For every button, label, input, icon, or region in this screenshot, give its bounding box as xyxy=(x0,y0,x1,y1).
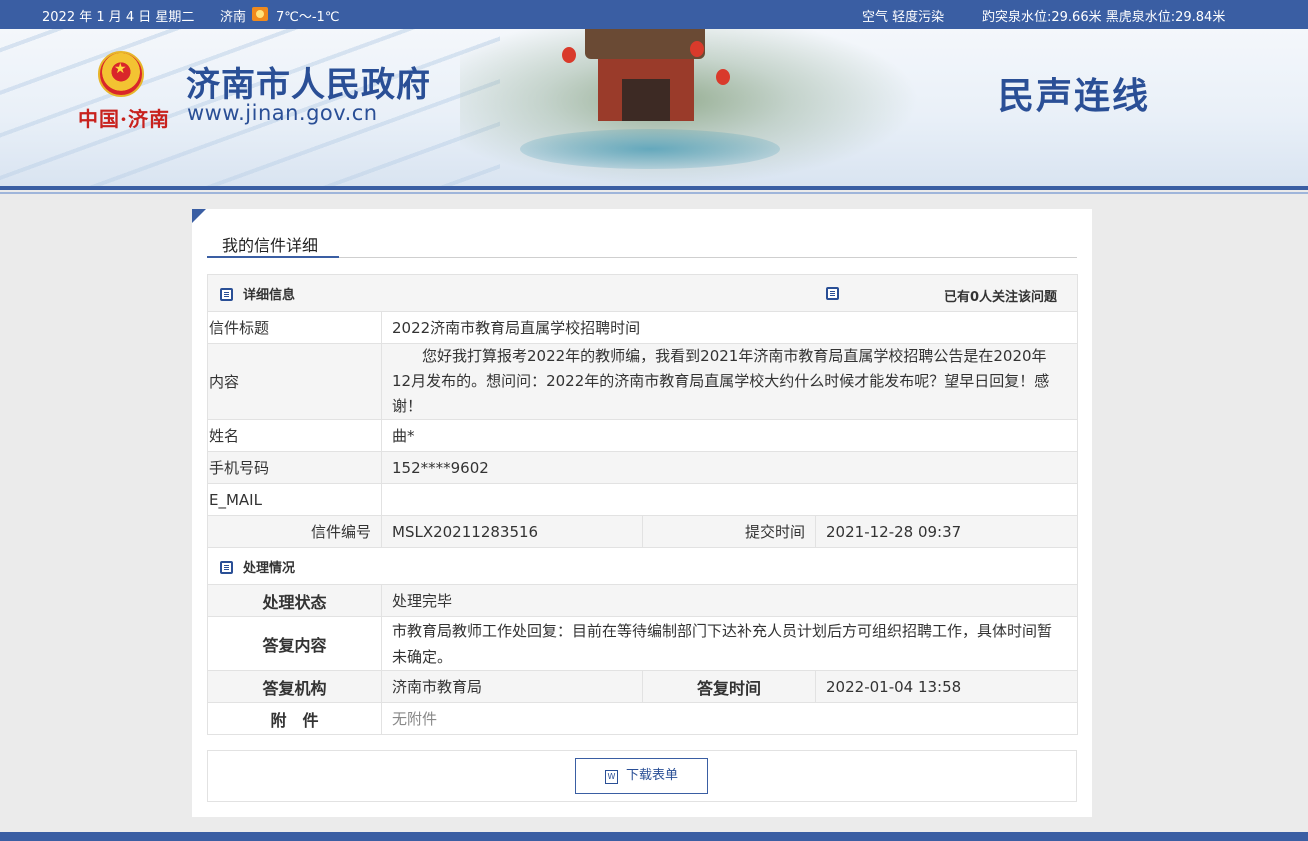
lantern-icon xyxy=(562,47,576,63)
temperature-text: 7℃～-1℃ xyxy=(276,10,340,25)
org-label: 答复机构 xyxy=(207,670,382,703)
download-area: W 下载表单 xyxy=(207,750,1077,802)
tab-active-indicator xyxy=(207,256,339,258)
name-label: 姓名 xyxy=(207,419,382,452)
tab-letter-detail[interactable]: 我的信件详细 xyxy=(222,232,318,256)
document-icon xyxy=(220,287,233,301)
lantern-icon xyxy=(716,69,730,85)
letter-no-label: 信件编号 xyxy=(207,515,382,548)
download-form-button[interactable]: W 下载表单 xyxy=(575,758,708,794)
sun-icon xyxy=(252,7,268,21)
lantern-icon xyxy=(690,41,704,57)
email-label: E_MAIL xyxy=(207,483,382,516)
download-form-label: 下载表单 xyxy=(625,768,678,783)
corner-decoration xyxy=(192,209,206,223)
table-row: 内容 您好我打算报考2022年的教师编，我看到2021年济南市教育局直属学校招聘… xyxy=(207,343,1079,420)
reply-value: 市教育局教师工作处回复：目前在等待编制部门下达补充人员计划后方可组织招聘工作，具… xyxy=(380,616,1079,671)
detail-section-cell: 详细信息 xyxy=(206,274,643,312)
content-label: 内容 xyxy=(207,343,382,420)
table-row: 手机号码 152****9602 xyxy=(207,451,1079,484)
pavilion-roof xyxy=(585,29,705,59)
detail-section-label: 详细信息 xyxy=(243,287,296,303)
table-row: E_MAIL xyxy=(207,483,1079,516)
table-row: 信件编号 MSLX20211283516 提交时间 2021-12-28 09:… xyxy=(207,515,1079,548)
footer-bar xyxy=(0,832,1308,841)
table-row: 信件标题 2022济南市教育局直属学校招聘时间 xyxy=(207,311,1079,344)
processing-section-label: 处理情况 xyxy=(243,560,296,576)
spring-levels-text: 趵突泉水位:29.66米 黑虎泉水位:29.84米 xyxy=(982,10,1226,25)
site-title[interactable]: 济南市人民政府 xyxy=(186,57,431,106)
title-label: 信件标题 xyxy=(207,311,382,344)
reply-time-value: 2022-01-04 13:58 xyxy=(815,670,1079,703)
followers-text: 已有0人关注该问题 xyxy=(943,290,1058,305)
header-divider-thin xyxy=(0,192,1308,194)
table-row: 答复内容 市教育局教师工作处回复：目前在等待编制部门下达补充人员计划后方可组织招… xyxy=(207,616,1079,671)
document-icon xyxy=(220,560,233,574)
attachment-value: 无附件 xyxy=(380,702,1079,735)
phone-value: 152****9602 xyxy=(380,451,1079,484)
table-row: 答复机构 济南市教育局 答复时间 2022-01-04 13:58 xyxy=(207,670,1079,703)
table-row: 附 件 无附件 xyxy=(207,702,1079,735)
processing-section-header: 处理情况 xyxy=(206,547,1079,585)
submit-time-label: 提交时间 xyxy=(642,515,817,548)
letter-no-value: MSLX20211283516 xyxy=(380,515,644,548)
status-label: 处理状态 xyxy=(207,584,382,617)
reply-time-label: 答复时间 xyxy=(642,670,817,703)
submit-time-value: 2021-12-28 09:37 xyxy=(815,515,1079,548)
detail-section-header: 详细信息 已有0人关注该问题 xyxy=(206,274,1079,312)
star-icon: ★ xyxy=(114,61,127,77)
org-value: 济南市教育局 xyxy=(380,670,644,703)
title-value: 2022济南市教育局直属学校招聘时间 xyxy=(380,311,1079,344)
content-value: 您好我打算报考2022年的教师编，我看到2021年济南市教育局直属学校招聘公告是… xyxy=(380,343,1079,420)
top-info-bar: 2022 年 1 月 4 日 星期二 济南 7℃～-1℃ 空气 轻度污染 趵突泉… xyxy=(0,0,1308,29)
reply-label: 答复内容 xyxy=(207,616,382,671)
city-brand-seal: 中国·济南 xyxy=(78,107,170,131)
air-quality-text: 空气 轻度污染 xyxy=(862,10,945,25)
name-value: 曲* xyxy=(380,419,1079,452)
status-value: 处理完毕 xyxy=(380,584,1079,617)
email-value xyxy=(380,483,1079,516)
followers-cell: 已有0人关注该问题 xyxy=(642,274,1079,312)
processing-section-cell: 处理情况 xyxy=(206,547,1079,585)
table-row: 姓名 曲* xyxy=(207,419,1079,452)
table-row: 处理状态 处理完毕 xyxy=(207,584,1079,617)
document-icon xyxy=(825,287,839,300)
section-title: 民声连线 xyxy=(998,75,1151,117)
attachment-label: 附 件 xyxy=(207,702,382,735)
date-text: 2022 年 1 月 4 日 星期二 xyxy=(42,10,195,25)
phone-label: 手机号码 xyxy=(207,451,382,484)
city-text: 济南 xyxy=(220,10,247,25)
pavilion-door xyxy=(622,79,670,121)
word-document-icon: W xyxy=(604,770,618,784)
letter-detail-table: 详细信息 已有0人关注该问题 信件标题 2022济南市教育局直属学校招聘时间 内… xyxy=(206,274,1079,735)
header-divider xyxy=(0,186,1308,190)
water-decoration xyxy=(520,129,780,169)
header-banner: ★ 中国·济南 济南市人民政府 www.jinan.gov.cn 民声连线 xyxy=(0,29,1308,186)
site-url[interactable]: www.jinan.gov.cn xyxy=(187,101,378,125)
